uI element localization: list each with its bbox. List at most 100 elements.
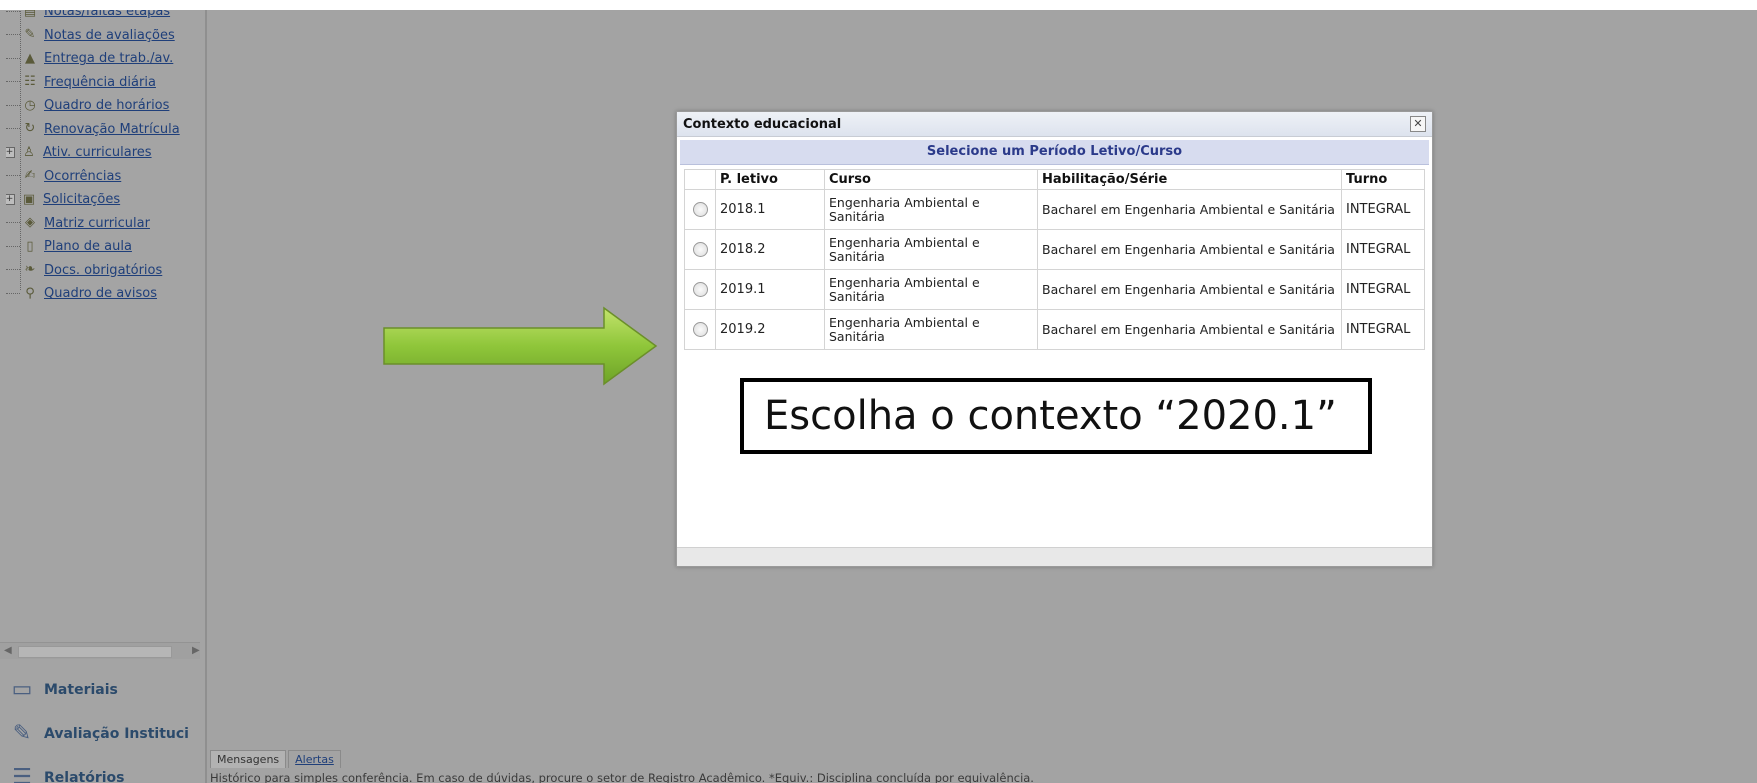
column-header-habilitacao: Habilitação/Série xyxy=(1037,169,1342,190)
column-header-turno: Turno xyxy=(1341,169,1425,190)
sidebar-tree: ▤ Notas/faltas etapas ✎ Notas de avaliaç… xyxy=(6,10,206,306)
scrollbar-thumb[interactable] xyxy=(18,646,172,658)
sidebar-horizontal-scrollbar[interactable]: ◀ ▶ xyxy=(0,642,200,659)
dialog-subheader: Selecione um Período Letivo/Curso xyxy=(680,140,1429,165)
turno-cell: INTEGRAL xyxy=(1341,269,1425,310)
sidebar-item-label[interactable]: Solicitações xyxy=(43,192,120,207)
habilitacao-cell: Bacharel em Engenharia Ambiental e Sanit… xyxy=(1037,189,1342,230)
activity-icon: ♙ xyxy=(23,144,35,160)
column-header-select xyxy=(684,169,716,190)
scroll-right-icon[interactable]: ▶ xyxy=(192,643,200,659)
sidebar-item-entrega-trab[interactable]: ▲ Entrega de trab./av. xyxy=(6,47,206,71)
period-radio[interactable] xyxy=(692,282,708,297)
contexto-educacional-dialog: Contexto educacional ✕ Selecione um Perí… xyxy=(676,111,1433,567)
sidebar-item-quadro-horarios[interactable]: ◷ Quadro de horários xyxy=(6,94,206,118)
periodo-cell: 2019.1 xyxy=(715,269,825,310)
period-radio[interactable] xyxy=(692,202,708,217)
panel-relatorios-button[interactable]: ☰ Relatórios xyxy=(8,758,204,783)
sidebar-item-notas-faltas[interactable]: ▤ Notas/faltas etapas xyxy=(6,10,206,24)
sidebar: ▤ Notas/faltas etapas ✎ Notas de avaliaç… xyxy=(0,10,207,783)
report-icon: ☰ xyxy=(12,765,32,783)
panel-materiais-button[interactable]: ▭ Materiais xyxy=(8,670,204,710)
select-cell[interactable] xyxy=(684,189,716,230)
sidebar-item-label[interactable]: Quadro de horários xyxy=(44,98,169,113)
dialog-title: Contexto educacional xyxy=(683,116,842,132)
bottom-tabs: Mensagens Alertas xyxy=(210,750,343,768)
table-row[interactable]: 2018.2 Engenharia Ambiental e Sanitária … xyxy=(684,229,1425,270)
attendance-icon: ☷ xyxy=(24,74,36,90)
evaluation-icon: ✎ xyxy=(12,721,32,746)
clock-icon: ◷ xyxy=(24,97,36,113)
sidebar-item-frequencia[interactable]: ☷ Frequência diária xyxy=(6,71,206,95)
tab-mensagens[interactable]: Mensagens xyxy=(210,750,287,768)
dialog-header: Contexto educacional ✕ xyxy=(677,112,1432,137)
matrix-icon: ◈ xyxy=(25,215,35,231)
documents-icon: ❧ xyxy=(24,262,36,278)
turno-cell: INTEGRAL xyxy=(1341,189,1425,230)
sidebar-item-docs[interactable]: ❧ Docs. obrigatórios xyxy=(6,259,206,283)
period-radio[interactable] xyxy=(692,242,708,257)
periodo-cell: 2018.2 xyxy=(715,229,825,270)
sidebar-item-plano-aula[interactable]: ▯ Plano de aula xyxy=(6,235,206,259)
pen-icon: ✎ xyxy=(24,27,36,43)
footnote-text: Histórico para simples conferência. Em c… xyxy=(210,771,1034,783)
sidebar-item-ocorrencias[interactable]: ✍ Ocorrências xyxy=(6,165,206,189)
habilitacao-cell: Bacharel em Engenharia Ambiental e Sanit… xyxy=(1037,309,1342,350)
delivery-icon: ▲ xyxy=(25,50,35,66)
sidebar-item-avisos[interactable]: ⚲ Quadro de avisos xyxy=(6,282,206,306)
tab-alertas[interactable]: Alertas xyxy=(288,750,341,768)
table-row[interactable]: 2019.1 Engenharia Ambiental e Sanitária … xyxy=(684,269,1425,310)
table-header-row: P. letivo Curso Habilitação/Série Turno xyxy=(684,169,1425,190)
column-header-curso: Curso xyxy=(824,169,1038,190)
periodo-cell: 2019.2 xyxy=(715,309,825,350)
dialog-footer xyxy=(677,547,1432,566)
panel-label: Avaliação Instituci xyxy=(44,726,189,742)
annotation-callout: Escolha o contexto “2020.1” xyxy=(740,378,1372,454)
curso-cell: Engenharia Ambiental e Sanitária xyxy=(824,269,1038,310)
select-cell[interactable] xyxy=(684,269,716,310)
folder-icon: ▭ xyxy=(11,677,33,702)
select-cell[interactable] xyxy=(684,229,716,270)
sidebar-item-label[interactable]: Notas de avaliações xyxy=(44,28,175,43)
period-radio[interactable] xyxy=(692,322,708,337)
sidebar-item-label[interactable]: Ocorrências xyxy=(44,169,121,184)
sidebar-item-matriz[interactable]: ◈ Matriz curricular xyxy=(6,212,206,236)
close-icon[interactable]: ✕ xyxy=(1410,116,1426,132)
panel-label: Materiais xyxy=(44,682,118,698)
panel-avaliacao-button[interactable]: ✎ Avaliação Instituci xyxy=(8,714,204,754)
sidebar-item-label[interactable]: Ativ. curriculares xyxy=(43,145,152,160)
habilitacao-cell: Bacharel em Engenharia Ambiental e Sanit… xyxy=(1037,229,1342,270)
habilitacao-cell: Bacharel em Engenharia Ambiental e Sanit… xyxy=(1037,269,1342,310)
context-table: P. letivo Curso Habilitação/Série Turno … xyxy=(684,169,1425,350)
sidebar-item-label[interactable]: Quadro de avisos xyxy=(44,286,157,301)
renewal-icon: ↻ xyxy=(24,121,36,137)
sidebar-item-label[interactable]: Renovação Matrícula xyxy=(44,122,180,137)
sidebar-item-renovacao[interactable]: ↻ Renovação Matrícula xyxy=(6,118,206,142)
curso-cell: Engenharia Ambiental e Sanitária xyxy=(824,229,1038,270)
occurrence-icon: ✍ xyxy=(24,168,36,184)
expand-icon[interactable]: + xyxy=(6,194,15,206)
scroll-left-icon[interactable]: ◀ xyxy=(4,643,12,659)
table-row[interactable]: 2019.2 Engenharia Ambiental e Sanitária … xyxy=(684,309,1425,350)
select-cell[interactable] xyxy=(684,309,716,350)
sidebar-item-label[interactable]: Docs. obrigatórios xyxy=(44,263,162,278)
sidebar-item-ativ-curriculares[interactable]: + ♙ Ativ. curriculares xyxy=(6,141,206,165)
sidebar-item-label[interactable]: Frequência diária xyxy=(44,75,156,90)
sidebar-item-solicitacoes[interactable]: + ▣ Solicitações xyxy=(6,188,206,212)
table-row[interactable]: 2018.1 Engenharia Ambiental e Sanitária … xyxy=(684,189,1425,230)
column-header-periodo: P. letivo xyxy=(715,169,825,190)
lesson-plan-icon: ▯ xyxy=(26,238,34,254)
sidebar-item-label[interactable]: Entrega de trab./av. xyxy=(44,51,173,66)
sidebar-item-label[interactable]: Notas/faltas etapas xyxy=(44,10,170,19)
panel-label: Relatórios xyxy=(44,770,125,783)
turno-cell: INTEGRAL xyxy=(1341,309,1425,350)
periodo-cell: 2018.1 xyxy=(715,189,825,230)
sidebar-item-notas-avaliacoes[interactable]: ✎ Notas de avaliações xyxy=(6,24,206,48)
sidebar-item-label[interactable]: Plano de aula xyxy=(44,239,132,254)
notice-board-icon: ⚲ xyxy=(25,285,35,301)
expand-icon[interactable]: + xyxy=(6,147,15,159)
sidebar-item-label[interactable]: Matriz curricular xyxy=(44,216,150,231)
turno-cell: INTEGRAL xyxy=(1341,229,1425,270)
curso-cell: Engenharia Ambiental e Sanitária xyxy=(824,309,1038,350)
request-icon: ▣ xyxy=(22,191,36,207)
